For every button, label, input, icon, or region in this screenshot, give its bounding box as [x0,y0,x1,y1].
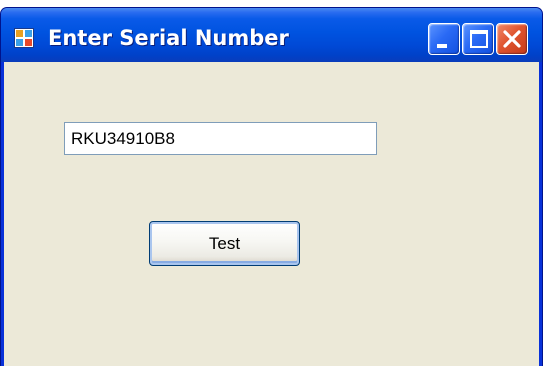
minimize-icon [437,44,447,48]
window-title: Enter Serial Number [48,26,289,50]
screen: Enter Serial Number Test [0,0,543,366]
app-window: Enter Serial Number Test [0,7,543,366]
maximize-button[interactable] [462,23,494,55]
form-client-area: Test [4,62,539,366]
minimize-button[interactable] [428,23,460,55]
maximize-icon [470,30,488,48]
close-button[interactable] [496,23,528,55]
test-button[interactable]: Test [149,221,300,266]
close-icon [501,28,523,50]
serial-number-input[interactable] [64,122,377,155]
title-bar[interactable]: Enter Serial Number [1,8,542,62]
app-icon[interactable] [14,28,34,48]
